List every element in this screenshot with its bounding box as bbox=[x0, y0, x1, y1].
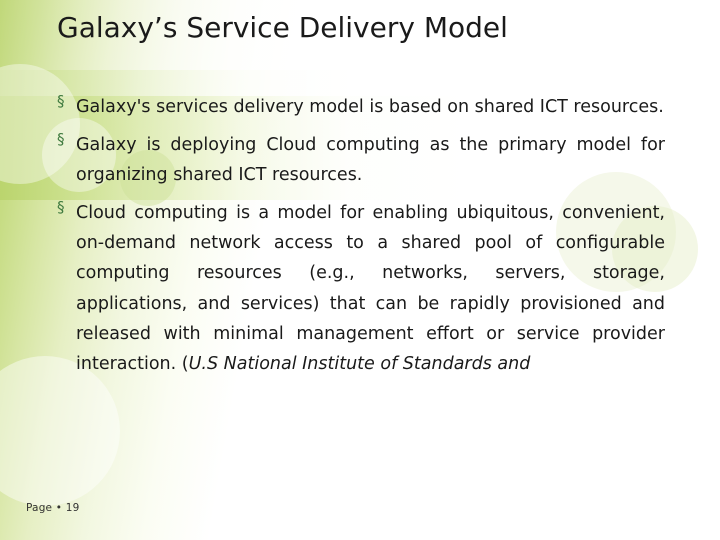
bullet-marker-icon: § bbox=[57, 92, 65, 110]
page-title: Galaxy’s Service Delivery Model bbox=[57, 11, 508, 44]
bullet-marker-icon: § bbox=[57, 198, 65, 217]
list-item-text: Galaxy's services delivery model is base… bbox=[76, 97, 664, 117]
list-item: § Cloud computing is a model for enablin… bbox=[57, 198, 665, 379]
bullet-marker-icon: § bbox=[57, 130, 65, 149]
list-item: § Galaxy's services delivery model is ba… bbox=[57, 92, 665, 122]
bullet-list: § Galaxy's services delivery model is ba… bbox=[57, 92, 665, 379]
page-number: Page • 19 bbox=[26, 502, 80, 514]
slide: Galaxy’s Service Delivery Model § Galaxy… bbox=[0, 0, 720, 540]
list-item-text-main: Cloud computing is a model for enabling … bbox=[76, 203, 665, 374]
slide-content: Galaxy’s Service Delivery Model § Galaxy… bbox=[0, 0, 720, 540]
list-item-text: Cloud computing is a model for enabling … bbox=[57, 198, 665, 379]
list-spacer-2 bbox=[57, 190, 665, 198]
list-item-text: Galaxy is deploying Cloud computing as t… bbox=[76, 135, 665, 186]
list-item: § Galaxy is deploying Cloud computing as… bbox=[57, 130, 665, 190]
list-spacer-1 bbox=[57, 122, 665, 130]
list-item-text-citation: U.S National Institute of Standards and bbox=[188, 353, 531, 374]
